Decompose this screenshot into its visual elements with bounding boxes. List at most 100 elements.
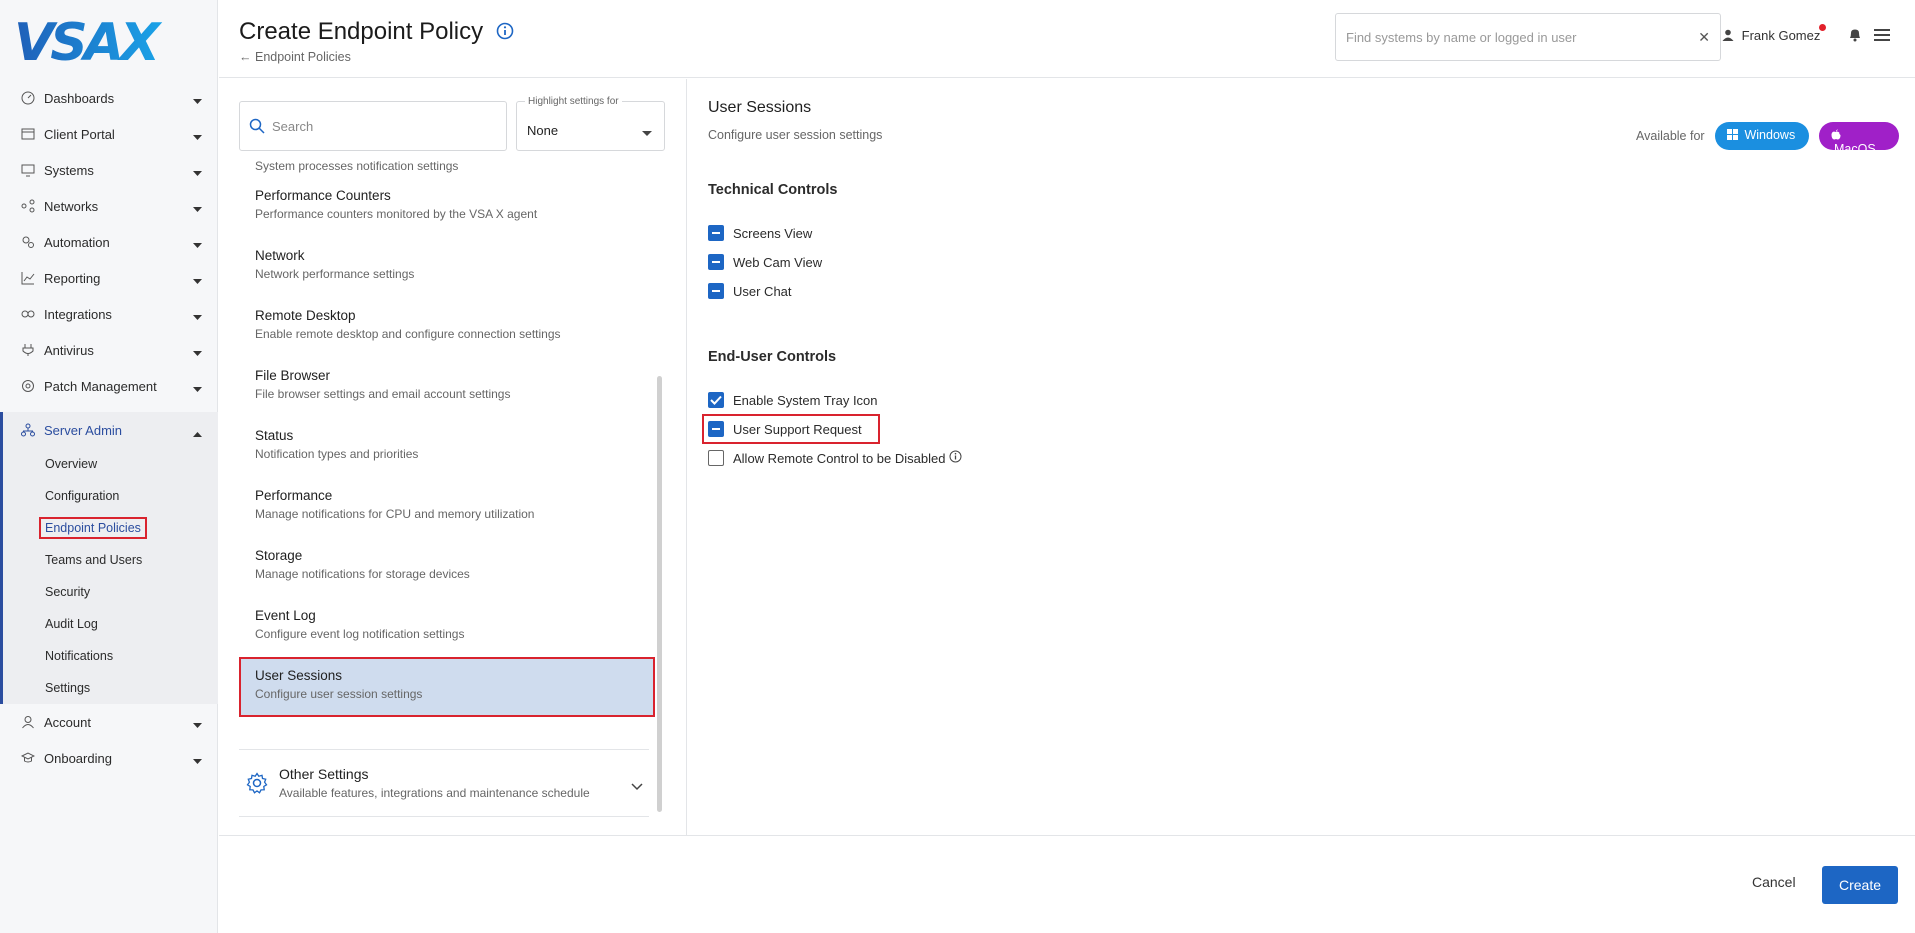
checkbox-indeterminate-icon [708, 254, 724, 270]
sidebar-item-client-portal[interactable]: Client Portal [0, 116, 218, 152]
settings-search-input[interactable]: Search [239, 101, 507, 151]
checkbox-indeterminate-icon [708, 283, 724, 299]
antivirus-icon [20, 342, 36, 358]
sidebar-sub-label: Endpoint Policies [39, 517, 147, 539]
sidebar-sub-security[interactable]: Security [3, 576, 218, 608]
list-item[interactable]: Event Log Configure event log notificati… [239, 597, 655, 657]
sidebar-sub-notifications[interactable]: Notifications [3, 640, 218, 672]
screens-view-checkbox[interactable]: Screens View [708, 223, 812, 243]
vsax-logo[interactable]: VSAX [14, 10, 204, 73]
sidebar-item-account[interactable]: Account [0, 704, 218, 740]
list-item-user-sessions[interactable]: User Sessions Configure user session set… [239, 657, 655, 717]
other-settings-desc: Available features, integrations and mai… [279, 786, 590, 800]
highlight-settings-value: None [527, 123, 559, 138]
checkbox-checked-icon [708, 392, 724, 408]
chevron-down-icon [193, 309, 202, 324]
chevron-down-icon [193, 381, 202, 396]
checkbox-label: Allow Remote Control to be Disabled [733, 450, 946, 466]
settings-detail-panel: User Sessions Configure user session set… [702, 79, 1915, 835]
sidebar-item-integrations[interactable]: Integrations [0, 296, 218, 332]
user-support-request-checkbox[interactable]: User Support Request [708, 419, 862, 439]
create-button[interactable]: Create [1822, 866, 1898, 904]
breadcrumb-link[interactable]: Endpoint Policies [255, 50, 351, 64]
end-user-controls-title: End-User Controls [708, 349, 837, 365]
hamburger-menu-icon[interactable] [1874, 28, 1890, 47]
list-item-title: Status [255, 428, 294, 443]
info-icon[interactable] [949, 450, 962, 466]
sidebar-item-label: Dashboards [44, 90, 115, 106]
sidebar-sub-label: Notifications [45, 649, 114, 663]
list-item[interactable]: Network Network performance settings [239, 237, 655, 297]
sidebar-sub-settings[interactable]: Settings [3, 672, 218, 704]
macos-badge: MacOS [1819, 122, 1899, 156]
list-item-desc: Configure user session settings [255, 687, 423, 701]
sidebar-item-networks[interactable]: Networks [0, 188, 218, 224]
list-item[interactable]: Performance Counters Performance counter… [239, 177, 655, 237]
sidebar-sub-label: Overview [45, 457, 98, 471]
chevron-down-icon [193, 273, 202, 288]
list-item[interactable]: File Browser File browser settings and e… [239, 357, 655, 417]
allow-remote-control-disabled-checkbox[interactable]: Allow Remote Control to be Disabled [708, 448, 962, 468]
scrollbar[interactable] [657, 376, 662, 812]
web-cam-view-checkbox[interactable]: Web Cam View [708, 252, 822, 272]
other-settings-item[interactable]: Other Settings Available features, integ… [239, 749, 649, 817]
list-item-title: Event Log [255, 608, 316, 623]
list-item[interactable]: Remote Desktop Enable remote desktop and… [239, 297, 655, 357]
list-item-desc: System processes notification settings [255, 159, 459, 173]
back-arrow-icon: ← [239, 50, 252, 64]
other-settings-title: Other Settings [279, 766, 369, 782]
windows-badge-label: Windows [1744, 128, 1796, 142]
checkbox-indeterminate-icon [708, 421, 724, 437]
chevron-down-icon [193, 129, 202, 144]
clear-icon[interactable]: ✕ [1698, 29, 1710, 46]
enable-system-tray-icon-checkbox[interactable]: Enable System Tray Icon [708, 390, 878, 410]
sidebar-item-automation[interactable]: Automation [0, 224, 218, 260]
patch-icon [20, 378, 36, 394]
sidebar-item-onboarding[interactable]: Onboarding [0, 740, 218, 776]
notification-dot [1819, 24, 1827, 31]
sidebar-item-label: Automation [44, 234, 110, 250]
integrations-icon [20, 306, 36, 322]
sidebar-item-systems[interactable]: Systems [0, 152, 218, 188]
list-item[interactable]: Performance Manage notifications for CPU… [239, 477, 655, 537]
list-item[interactable]: Storage Manage notifications for storage… [239, 537, 655, 597]
checkbox-label: Enable System Tray Icon [733, 392, 878, 408]
user-name: Frank Gomez [1741, 28, 1821, 43]
monitor-icon [20, 162, 36, 178]
person-icon [1722, 28, 1734, 43]
global-search-input[interactable]: Find systems by name or logged in user ✕ [1335, 13, 1721, 61]
sidebar-item-server-admin[interactable]: Server Admin [3, 412, 218, 448]
sidebar-sub-configuration[interactable]: Configuration [3, 480, 218, 512]
info-icon[interactable] [496, 19, 514, 47]
list-item[interactable]: Status Notification types and priorities [239, 417, 655, 477]
sidebar-sub-endpoint-policies[interactable]: Endpoint Policies [3, 512, 218, 544]
section-title: User Sessions [708, 99, 812, 116]
bell-icon[interactable] [1848, 28, 1862, 47]
sidebar-item-reporting[interactable]: Reporting [0, 260, 218, 296]
checkbox-label: User Support Request [733, 421, 862, 437]
sidebar-sub-teams-and-users[interactable]: Teams and Users [3, 544, 218, 576]
sidebar-item-label: Account [44, 714, 91, 730]
breadcrumb[interactable]: ← Endpoint Policies [239, 50, 351, 64]
sidebar-item-dashboards[interactable]: Dashboards [0, 80, 218, 116]
list-item-desc: Manage notifications for storage devices [255, 567, 470, 581]
sidebar-item-label: Patch Management [44, 378, 157, 394]
highlight-settings-label: Highlight settings for [525, 96, 622, 107]
sidebar-sub-overview[interactable]: Overview [3, 448, 218, 480]
chevron-down-icon [193, 165, 202, 180]
user-chat-checkbox[interactable]: User Chat [708, 281, 792, 301]
chevron-down-icon [193, 93, 202, 108]
sidebar-item-antivirus[interactable]: Antivirus [0, 332, 218, 368]
automation-icon [20, 234, 36, 250]
windows-icon [1727, 128, 1738, 142]
highlight-settings-select[interactable]: Highlight settings for None [516, 96, 665, 151]
user-menu[interactable]: Frank Gomez [1722, 24, 1827, 43]
list-item[interactable]: System processes notification settings [239, 159, 655, 177]
sidebar-item-label: Integrations [44, 306, 112, 322]
global-search-placeholder: Find systems by name or logged in user [1346, 30, 1577, 45]
sidebar-sub-audit-log[interactable]: Audit Log [3, 608, 218, 640]
cancel-button[interactable]: Cancel [1752, 874, 1796, 890]
macos-badge-label: MacOS [1834, 142, 1876, 156]
chevron-down-icon [193, 201, 202, 216]
sidebar-item-patch-management[interactable]: Patch Management [0, 368, 218, 404]
